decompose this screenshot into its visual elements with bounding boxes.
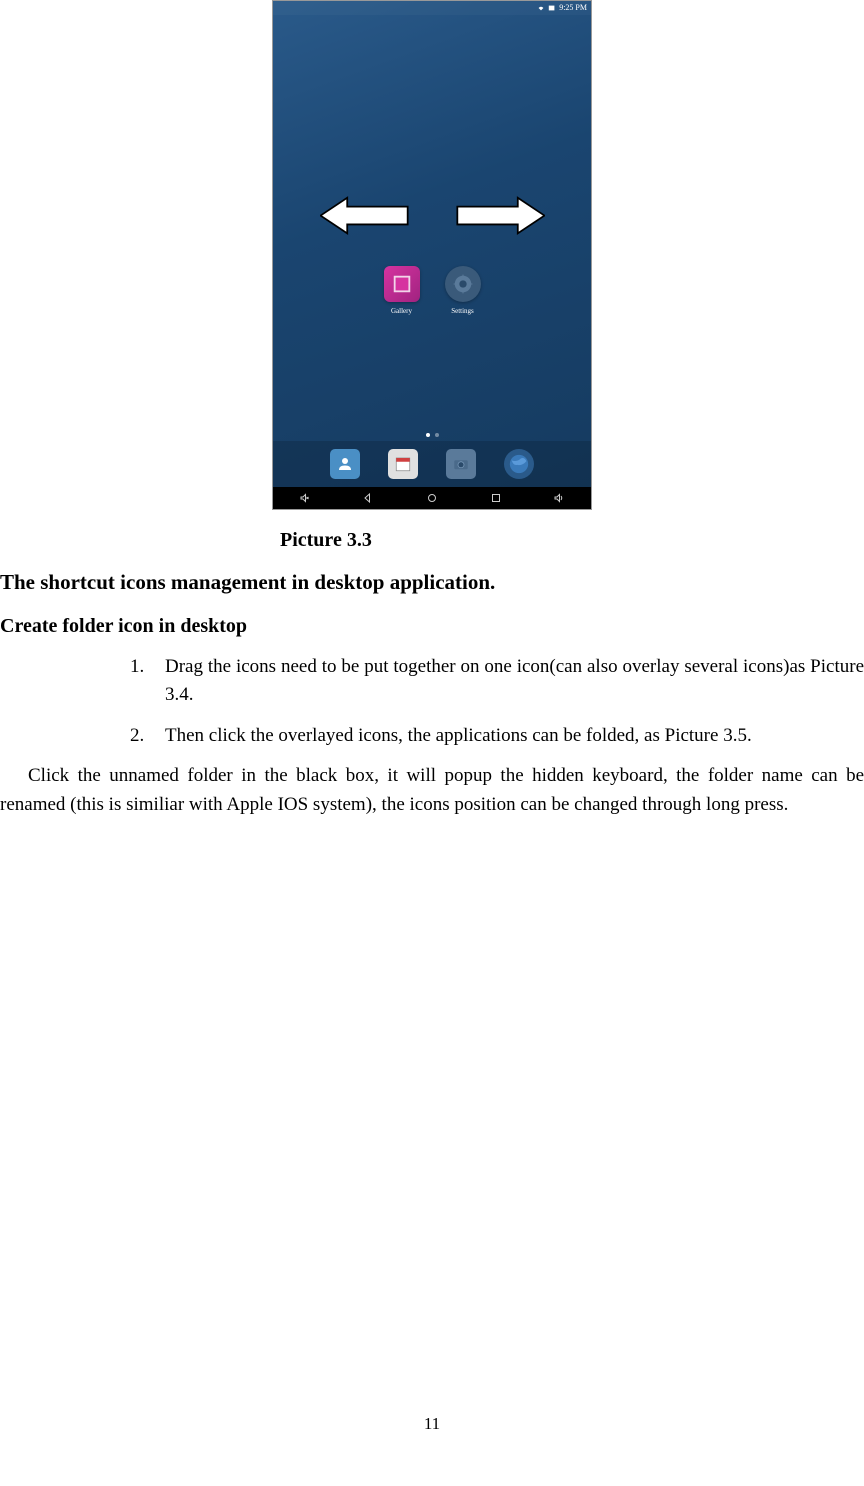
gallery-icon	[384, 266, 420, 302]
list-item-1: 1.Drag the icons need to be put together…	[130, 653, 864, 710]
gallery-label: Gallery	[391, 306, 412, 317]
arrow-left-icon	[320, 196, 410, 236]
phone-screen: 9:25 PM Gallery	[272, 0, 592, 510]
body-paragraph: Click the unnamed folder in the black bo…	[0, 762, 864, 819]
instruction-list: 1.Drag the icons need to be put together…	[0, 653, 864, 751]
dot-2	[435, 433, 439, 437]
dot-1	[426, 433, 430, 437]
back-button[interactable]	[362, 492, 374, 504]
screenshot-container: 9:25 PM Gallery	[0, 0, 864, 510]
list-item-2: 2.Then click the overlayed icons, the ap…	[130, 722, 864, 751]
wifi-icon	[537, 4, 545, 12]
arrow-right-icon	[455, 196, 545, 236]
status-bar: 9:25 PM	[273, 1, 591, 15]
pagination-dots	[273, 433, 591, 437]
app-icons-row: Gallery Settings	[273, 266, 591, 317]
camera-dock-icon[interactable]	[446, 449, 476, 479]
page-number: 11	[0, 1411, 864, 1437]
settings-icon	[445, 266, 481, 302]
heading-shortcut-management: The shortcut icons management in desktop…	[0, 567, 864, 599]
home-button[interactable]	[426, 492, 438, 504]
settings-app[interactable]: Settings	[445, 266, 481, 317]
heading-create-folder: Create folder icon in desktop	[0, 611, 864, 641]
list-item-1-text: Drag the icons need to be put together o…	[165, 656, 864, 706]
gallery-app[interactable]: Gallery	[384, 266, 420, 317]
list-item-2-text: Then click the overlayed icons, the appl…	[165, 725, 752, 746]
nav-bar	[273, 487, 591, 509]
picture-caption: Picture 3.3	[280, 525, 864, 555]
browser-dock-icon[interactable]	[504, 449, 534, 479]
status-time: 9:25 PM	[559, 2, 587, 14]
calendar-dock-icon[interactable]	[388, 449, 418, 479]
swipe-arrows	[273, 196, 591, 236]
volume-down-button[interactable]	[299, 492, 311, 504]
dock	[273, 441, 591, 487]
contacts-dock-icon[interactable]	[330, 449, 360, 479]
volume-up-button[interactable]	[553, 492, 565, 504]
settings-label: Settings	[451, 306, 474, 317]
status-icons: 9:25 PM	[537, 2, 587, 14]
recent-button[interactable]	[490, 492, 502, 504]
battery-icon	[548, 4, 556, 12]
